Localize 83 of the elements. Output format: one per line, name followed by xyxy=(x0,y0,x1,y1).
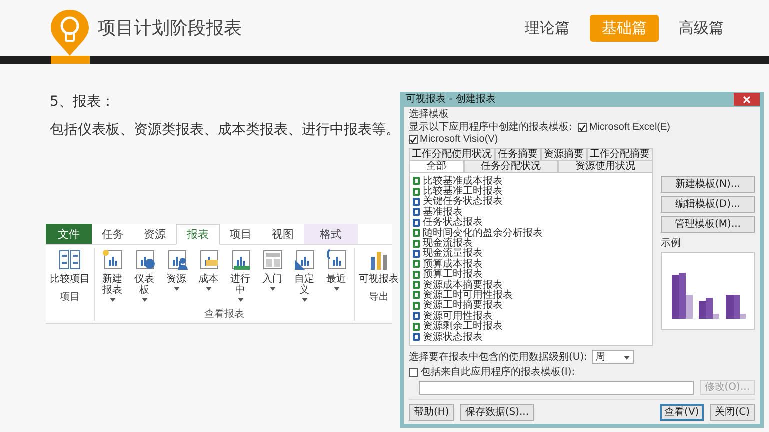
ribbon-button[interactable]: 比较项目 xyxy=(48,248,92,286)
list-item[interactable]: 资源剩余工时报表 xyxy=(413,321,649,332)
caret-icon xyxy=(624,356,630,360)
tab[interactable]: 资源摘要 xyxy=(541,148,587,160)
list-item[interactable]: 资源可用性报表 xyxy=(413,311,649,322)
usage-label: 选择要在报表中包含的使用数据级别(U): xyxy=(409,352,588,362)
ribbon-tab[interactable]: 报表 xyxy=(176,224,220,245)
tab[interactable]: 任务分配状况 xyxy=(464,160,558,172)
body-text: 包括仪表板、资源类报表、成本类报表、进行中报表等。 xyxy=(50,121,396,140)
people-report-icon xyxy=(166,249,188,271)
list-item[interactable]: 随时间变化的盈余分析报表 xyxy=(413,228,649,238)
list-item[interactable]: 预算工时报表 xyxy=(413,270,649,280)
close-button[interactable] xyxy=(734,93,760,106)
ribbon-button[interactable]: 资源 xyxy=(161,248,192,292)
ribbon-button[interactable]: 仪表板 xyxy=(129,248,160,303)
list-item[interactable]: 比较基准工时报表 xyxy=(413,186,649,197)
dialog-button[interactable]: 保存数据(S)... xyxy=(460,404,534,421)
list-item[interactable]: 资源状态报表 xyxy=(413,332,649,342)
lightbulb-icon xyxy=(50,9,90,57)
ribbon-button[interactable]: 新建报表 xyxy=(97,248,128,303)
list-item[interactable]: 资源工时可用性报表 xyxy=(413,290,649,301)
dialog-title: 可视报表 - 创建报表 xyxy=(406,94,496,105)
tab[interactable]: 全部 xyxy=(409,160,464,172)
progress-report-icon xyxy=(230,249,252,271)
list-item[interactable]: 比较基准成本报表 xyxy=(413,176,649,186)
new-report-icon xyxy=(102,249,124,271)
tab[interactable]: 工作分配使用状况 xyxy=(409,148,495,160)
dialog-button[interactable]: 关闭(C) xyxy=(710,404,755,421)
tab[interactable]: 资源使用状况 xyxy=(558,160,654,172)
dashboard-icon xyxy=(134,249,156,271)
ribbon-tab[interactable]: 文件 xyxy=(46,224,92,244)
template-button[interactable]: 管理模板(M)... xyxy=(661,216,755,233)
dialog-button[interactable]: 帮助(H) xyxy=(409,404,454,421)
ruler-report-icon xyxy=(294,249,316,271)
ribbon-button[interactable]: 进行中 xyxy=(225,248,256,303)
checkbox-label: 包括来自此应用程序的报表模板(I): xyxy=(421,367,576,378)
close-icon xyxy=(743,96,751,104)
prompt-label: 显示以下应用程序中创建的报表模板: xyxy=(409,122,572,133)
checkbox[interactable] xyxy=(409,135,418,144)
group-label: 导出 xyxy=(369,290,389,304)
page-title: 项目计划阶段报表 xyxy=(98,17,242,40)
accent-mark xyxy=(51,56,90,64)
checkbox[interactable] xyxy=(409,368,418,377)
list-item[interactable]: 关键任务状态报表 xyxy=(413,196,649,208)
checkbox[interactable] xyxy=(578,123,588,132)
ribbon-button[interactable]: 成本 xyxy=(193,248,224,292)
preview-label: 示例 xyxy=(661,238,682,249)
ribbon-tab[interactable]: 视图 xyxy=(262,224,304,244)
ribbon-tab[interactable]: 资源 xyxy=(134,224,176,244)
nav-tab[interactable]: 理论篇 xyxy=(513,14,582,42)
list-item[interactable]: 基准报表 xyxy=(413,207,649,218)
list-item[interactable]: 资源成本摘要报表 xyxy=(413,280,649,290)
nav-tab[interactable]: 高级篇 xyxy=(667,14,736,42)
tab[interactable]: 任务摘要 xyxy=(495,148,541,160)
list-item[interactable]: 任务状态报表 xyxy=(413,218,649,228)
group-label: 查看报表 xyxy=(204,308,244,321)
list-item[interactable]: 预算成本报表 xyxy=(413,259,649,270)
list-item[interactable]: 现金流量报表 xyxy=(413,248,649,260)
list-item[interactable]: 现金流报表 xyxy=(413,238,649,249)
path-field[interactable] xyxy=(419,380,694,394)
compare-icon xyxy=(59,249,81,271)
ribbon-button[interactable]: 最近 xyxy=(321,248,352,292)
ribbon-tab[interactable]: 任务 xyxy=(92,224,134,244)
tab[interactable]: 工作分配摘要 xyxy=(587,148,653,160)
recent-report-icon xyxy=(326,249,348,271)
ribbon-tab[interactable]: 格式 xyxy=(304,224,358,244)
ribbon-button[interactable]: 可视报表 xyxy=(357,248,401,286)
ribbon-button[interactable]: 入门 xyxy=(257,248,288,292)
section-label: 选择模板 xyxy=(409,109,450,120)
ribbon-button[interactable]: 自定义 xyxy=(289,248,320,303)
ribbon-tab[interactable]: 项目 xyxy=(220,224,262,244)
layout-icon xyxy=(262,249,284,271)
template-button[interactable]: 新建模板(N)... xyxy=(661,176,755,193)
bar-chart-icon xyxy=(368,249,390,271)
checkbox-label: Microsoft Visio(V) xyxy=(420,134,498,145)
group-label: 项目 xyxy=(60,291,80,304)
section-heading: 5、报表： xyxy=(50,93,116,112)
dialog-button[interactable]: 查看(V) xyxy=(660,404,704,421)
checkbox-label: Microsoft Excel(E) xyxy=(589,122,670,133)
cost-report-icon xyxy=(198,249,220,271)
list-item[interactable]: 资源工时摘要报表 xyxy=(413,300,649,312)
template-button[interactable]: 编辑模板(D)... xyxy=(661,196,755,213)
dropdown[interactable]: 周 xyxy=(592,350,634,364)
